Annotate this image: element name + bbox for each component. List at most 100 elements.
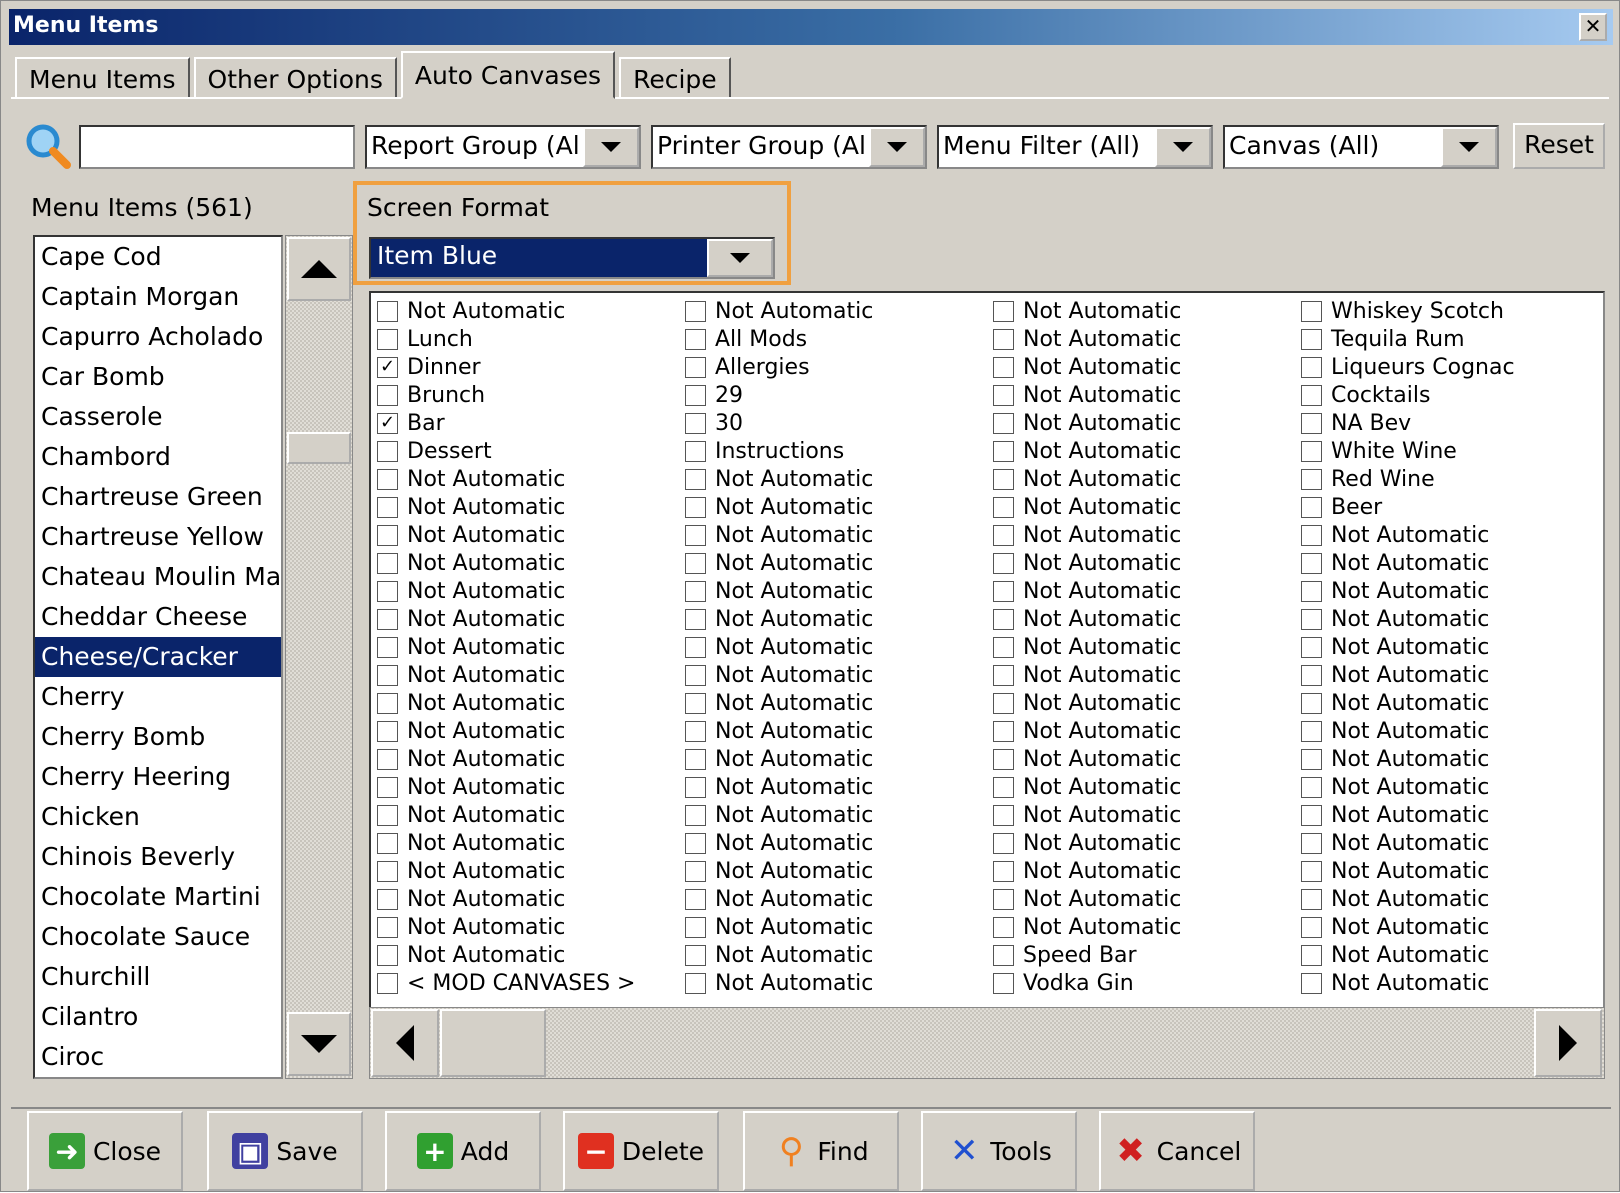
checkbox[interactable]: [377, 776, 398, 798]
list-item[interactable]: Cheddar Cheese: [35, 597, 281, 637]
canvas-checkbox-row[interactable]: Not Automatic: [987, 773, 1287, 801]
list-item[interactable]: Cherry Heering: [35, 757, 281, 797]
canvas-checkbox-row[interactable]: Not Automatic: [987, 913, 1287, 941]
canvas-checkbox-row[interactable]: Not Automatic: [371, 661, 671, 689]
canvas-checkbox-row[interactable]: Not Automatic: [371, 577, 671, 605]
canvas-checkbox-row[interactable]: Not Automatic: [987, 577, 1287, 605]
checkbox[interactable]: [1301, 692, 1322, 714]
checkbox[interactable]: [685, 944, 706, 966]
canvas-checkbox-row[interactable]: Not Automatic: [679, 605, 979, 633]
checkbox[interactable]: [685, 916, 706, 938]
list-item[interactable]: Capurro Acholado: [35, 317, 281, 357]
checkbox[interactable]: [377, 552, 398, 574]
checkbox[interactable]: [993, 972, 1014, 994]
canvas-checkbox-row[interactable]: Not Automatic: [987, 465, 1287, 493]
canvas-checkbox-row[interactable]: Not Automatic: [987, 857, 1287, 885]
canvas-checkbox-row[interactable]: Not Automatic: [987, 745, 1287, 773]
canvas-checkbox-row[interactable]: Dessert: [371, 437, 671, 465]
canvas-checkbox-row[interactable]: Not Automatic: [371, 913, 671, 941]
canvas-checkbox-row[interactable]: Not Automatic: [987, 353, 1287, 381]
checkbox[interactable]: [993, 412, 1014, 434]
checkbox[interactable]: [685, 384, 706, 406]
canvas-checkbox-row[interactable]: Not Automatic: [371, 689, 671, 717]
canvas-checkbox-row[interactable]: Not Automatic: [1295, 885, 1595, 913]
checkbox[interactable]: [377, 860, 398, 882]
checkbox[interactable]: [1301, 524, 1322, 546]
checkbox[interactable]: [685, 888, 706, 910]
checkbox[interactable]: [993, 356, 1014, 378]
checkbox[interactable]: [993, 636, 1014, 658]
canvas-checkbox-row[interactable]: Not Automatic: [371, 717, 671, 745]
canvas-checkbox-row[interactable]: Not Automatic: [987, 801, 1287, 829]
canvas-checkbox-row[interactable]: Not Automatic: [679, 297, 979, 325]
list-item[interactable]: Casserole: [35, 397, 281, 437]
printer-group-select[interactable]: Printer Group (Al: [651, 125, 927, 169]
canvas-checkbox-row[interactable]: Not Automatic: [679, 801, 979, 829]
canvas-checkbox-row[interactable]: Not Automatic: [987, 409, 1287, 437]
canvas-checkbox-row[interactable]: Not Automatic: [1295, 577, 1595, 605]
canvas-checkbox-row[interactable]: Not Automatic: [987, 661, 1287, 689]
list-item[interactable]: Chartreuse Yellow: [35, 517, 281, 557]
canvas-checkbox-row[interactable]: Not Automatic: [987, 633, 1287, 661]
checkbox-checked[interactable]: ✓: [377, 412, 398, 434]
checkbox[interactable]: [993, 748, 1014, 770]
checkbox[interactable]: [1301, 608, 1322, 630]
list-item[interactable]: Captain Morgan: [35, 277, 281, 317]
checkbox[interactable]: [685, 468, 706, 490]
checkbox[interactable]: [685, 328, 706, 350]
checkbox[interactable]: [685, 832, 706, 854]
canvas-checkbox-row[interactable]: Not Automatic: [679, 689, 979, 717]
checkbox[interactable]: [993, 440, 1014, 462]
report-group-dropdown-button[interactable]: [583, 127, 639, 167]
list-item[interactable]: Chateau Moulin Marg: [35, 557, 281, 597]
canvas-checkbox-row[interactable]: Not Automatic: [987, 493, 1287, 521]
canvas-checkbox-row[interactable]: Not Automatic: [1295, 913, 1595, 941]
checkbox[interactable]: [993, 524, 1014, 546]
checkbox[interactable]: [377, 972, 398, 994]
checkbox[interactable]: [1301, 720, 1322, 742]
canvas-checkbox-row[interactable]: Not Automatic: [1295, 689, 1595, 717]
canvas-checkbox-row[interactable]: Not Automatic: [679, 941, 979, 969]
canvas-checkbox-row[interactable]: Not Automatic: [371, 493, 671, 521]
canvas-checkbox-row[interactable]: Not Automatic: [1295, 801, 1595, 829]
checkbox[interactable]: [1301, 412, 1322, 434]
canvas-checkbox-row[interactable]: Not Automatic: [1295, 717, 1595, 745]
checkbox[interactable]: [685, 972, 706, 994]
canvas-checkbox-row[interactable]: Not Automatic: [1295, 549, 1595, 577]
checkbox[interactable]: [377, 384, 398, 406]
checkbox[interactable]: [377, 468, 398, 490]
horizontal-scroll-thumb[interactable]: [440, 1009, 546, 1077]
checkbox[interactable]: [993, 580, 1014, 602]
canvas-checkbox-row[interactable]: Beer: [1295, 493, 1595, 521]
canvas-checkbox-row[interactable]: All Mods: [679, 325, 979, 353]
canvas-checkbox-row[interactable]: NA Bev: [1295, 409, 1595, 437]
checkbox[interactable]: [1301, 384, 1322, 406]
canvas-checkbox-row[interactable]: Not Automatic: [987, 521, 1287, 549]
canvas-checkbox-row[interactable]: < MOD CANVASES >: [371, 969, 671, 997]
list-item[interactable]: Cheese/Cracker: [35, 637, 281, 677]
canvas-checkbox-row[interactable]: Whiskey Scotch: [1295, 297, 1595, 325]
canvas-checkbox-row[interactable]: Not Automatic: [1295, 605, 1595, 633]
canvas-checkbox-row[interactable]: Not Automatic: [1295, 829, 1595, 857]
checkbox[interactable]: [993, 720, 1014, 742]
checkbox[interactable]: [993, 328, 1014, 350]
canvas-checkbox-row[interactable]: Not Automatic: [1295, 969, 1595, 997]
list-item[interactable]: Cherry Bomb: [35, 717, 281, 757]
scroll-left-button[interactable]: [371, 1009, 439, 1077]
canvas-checkbox-row[interactable]: Allergies: [679, 353, 979, 381]
canvas-checkbox-row[interactable]: Not Automatic: [371, 297, 671, 325]
checkbox[interactable]: [1301, 496, 1322, 518]
canvas-checkbox-row[interactable]: Not Automatic: [679, 521, 979, 549]
scroll-right-button[interactable]: [1534, 1009, 1602, 1077]
canvas-checkbox-row[interactable]: Not Automatic: [679, 549, 979, 577]
menu-items-list[interactable]: Cape Cod Captain Morgan Capurro Acholado Ca…: [33, 235, 283, 1079]
checkbox[interactable]: [993, 804, 1014, 826]
canvas-checkbox-row[interactable]: ✓ Dinner: [371, 353, 671, 381]
canvas-checkbox-row[interactable]: Not Automatic: [371, 857, 671, 885]
checkbox[interactable]: [685, 412, 706, 434]
canvas-checkbox-row[interactable]: Instructions: [679, 437, 979, 465]
canvas-checkbox-row[interactable]: Not Automatic: [679, 577, 979, 605]
canvas-checkbox-row[interactable]: White Wine: [1295, 437, 1595, 465]
checkbox[interactable]: [993, 832, 1014, 854]
checkbox[interactable]: [993, 888, 1014, 910]
